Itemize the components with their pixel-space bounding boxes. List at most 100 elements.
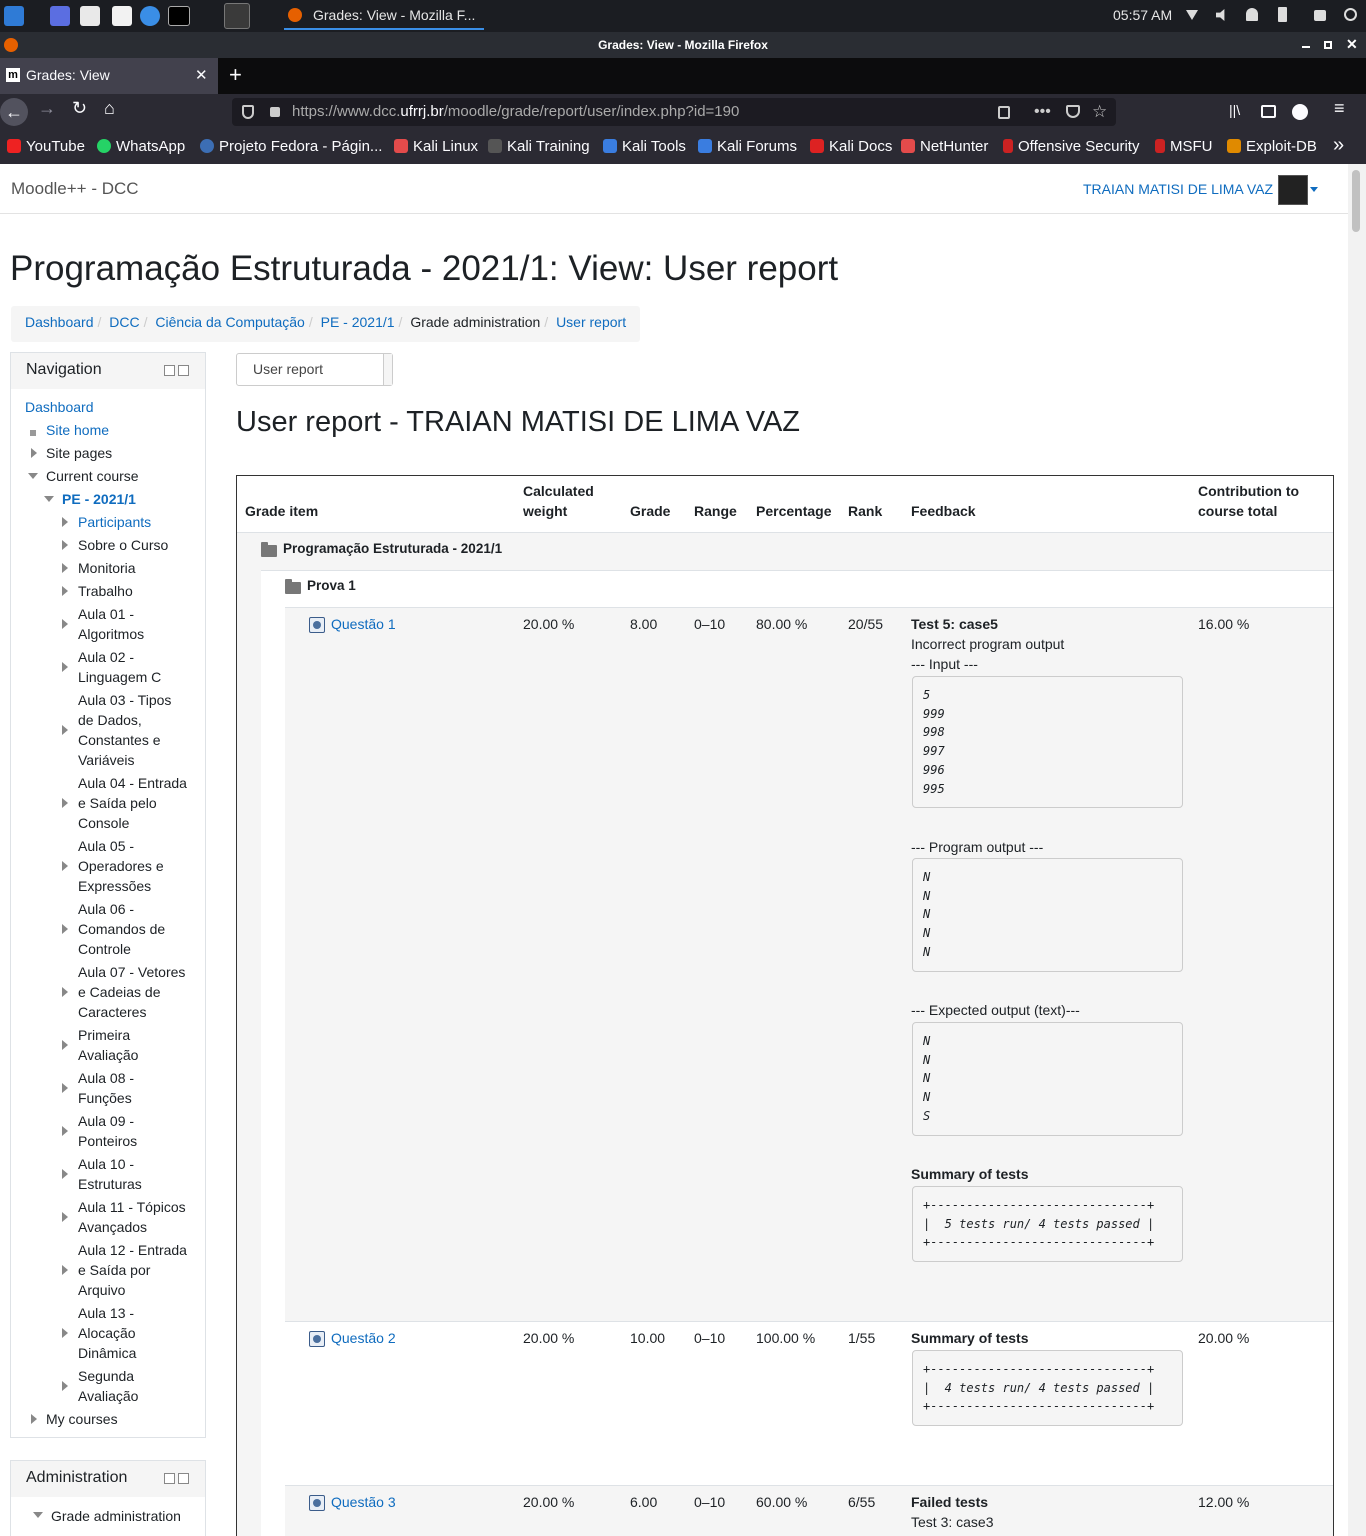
expand-icon[interactable] bbox=[62, 1083, 68, 1093]
nav-dashboard[interactable]: Dashboard bbox=[25, 397, 94, 417]
expand-icon[interactable] bbox=[62, 619, 68, 629]
expand-icon[interactable] bbox=[62, 1212, 68, 1222]
expand-icon[interactable] bbox=[62, 924, 68, 934]
bookmark-msfu[interactable]: MSFU bbox=[1155, 138, 1213, 155]
nav-section[interactable]: Aula 10 - Estruturas bbox=[78, 1154, 158, 1194]
expand-icon[interactable] bbox=[62, 540, 68, 550]
nav-section[interactable]: Monitoria bbox=[78, 558, 136, 578]
battery-icon[interactable] bbox=[1278, 7, 1287, 22]
nav-section[interactable]: Aula 11 - Tópicos Avançados bbox=[78, 1197, 196, 1237]
new-tab-icon[interactable]: + bbox=[229, 62, 242, 88]
back-icon[interactable]: ← bbox=[0, 98, 28, 126]
bookmark-offensive-security[interactable]: Offensive Security bbox=[1003, 138, 1139, 155]
nav-section[interactable]: Aula 01 - Algoritmos bbox=[78, 604, 196, 644]
files-icon[interactable] bbox=[80, 6, 100, 26]
nav-section[interactable]: Aula 04 - Entrada e Saída pelo Console bbox=[78, 773, 196, 833]
bookmark-kali-forums[interactable]: Kali Forums bbox=[698, 138, 797, 155]
reload-icon[interactable]: ↻ bbox=[72, 98, 87, 119]
notification-icon[interactable] bbox=[1246, 8, 1258, 21]
grade-item-link[interactable]: Questão 3 bbox=[331, 1492, 396, 1512]
menu-icon[interactable]: ≡ bbox=[1334, 98, 1345, 119]
expand-icon[interactable] bbox=[62, 987, 68, 997]
expand-icon[interactable] bbox=[62, 798, 68, 808]
shield-icon[interactable] bbox=[242, 105, 254, 119]
site-name[interactable]: Moodle++ - DCC bbox=[11, 179, 139, 199]
minimize-icon[interactable] bbox=[1302, 46, 1310, 48]
bookmark-kali-tools[interactable]: Kali Tools bbox=[603, 138, 686, 155]
taskbar-window-button[interactable]: Grades: View - Mozilla F... bbox=[284, 0, 484, 30]
breadcrumb-dcc[interactable]: DCC bbox=[109, 314, 139, 330]
expand-icon[interactable] bbox=[62, 563, 68, 573]
bookmark-nethunter[interactable]: NetHunter bbox=[901, 138, 988, 155]
padlock-icon[interactable] bbox=[270, 107, 280, 117]
bookmark-fedora[interactable]: Projeto Fedora - Págin... bbox=[200, 138, 382, 155]
firefox-taskbar-icon[interactable] bbox=[224, 3, 250, 29]
breadcrumb-ciencia-computacao[interactable]: Ciência da Computação bbox=[155, 314, 304, 330]
kali-menu-icon[interactable] bbox=[4, 6, 24, 26]
reader-view-icon[interactable] bbox=[998, 106, 1010, 119]
expand-icon[interactable] bbox=[62, 861, 68, 871]
nav-course-pe[interactable]: PE - 2021/1 bbox=[62, 489, 136, 509]
close-window-icon[interactable]: ✕ bbox=[1346, 36, 1358, 52]
expand-icon[interactable] bbox=[62, 517, 68, 527]
page-actions-icon[interactable]: ••• bbox=[1034, 98, 1051, 126]
nav-section[interactable]: Primeira Avaliação bbox=[78, 1025, 158, 1065]
expand-icon[interactable] bbox=[31, 448, 37, 458]
nav-section[interactable]: Aula 09 - Ponteiros bbox=[78, 1111, 158, 1151]
breadcrumb-dashboard[interactable]: Dashboard bbox=[25, 314, 94, 330]
url-bar[interactable]: https://www.dcc.ufrrj.br/moodle/grade/re… bbox=[232, 98, 1116, 126]
forward-icon[interactable]: → bbox=[38, 98, 56, 119]
breadcrumb-user-report[interactable]: User report bbox=[556, 314, 626, 330]
nav-section[interactable]: Trabalho bbox=[78, 581, 133, 601]
terminal-icon[interactable] bbox=[168, 6, 190, 26]
tab-grades-view[interactable]: m Grades: View ✕ bbox=[0, 58, 218, 94]
nav-my-courses[interactable]: My courses bbox=[46, 1409, 118, 1429]
expand-icon[interactable] bbox=[31, 1414, 37, 1424]
collapse-block-icon[interactable] bbox=[164, 365, 175, 376]
browser-icon[interactable] bbox=[140, 6, 160, 26]
expand-icon[interactable] bbox=[62, 1381, 68, 1391]
select-arrow-icon[interactable] bbox=[383, 354, 392, 385]
admin-grade-administration[interactable]: Grade administration bbox=[51, 1506, 181, 1526]
expand-icon[interactable] bbox=[62, 1169, 68, 1179]
account-icon[interactable] bbox=[1292, 104, 1308, 120]
clock[interactable]: 05:57 AM bbox=[1113, 7, 1172, 23]
nav-section[interactable]: Aula 13 - Alocação Dinâmica bbox=[78, 1303, 168, 1363]
nav-section[interactable]: Aula 08 - Funções bbox=[78, 1068, 158, 1108]
url-text[interactable]: https://www.dcc.ufrrj.br/moodle/grade/re… bbox=[292, 98, 739, 126]
user-menu-caret-icon[interactable] bbox=[1310, 187, 1318, 192]
nav-site-home[interactable]: Site home bbox=[46, 420, 109, 440]
editor-icon[interactable] bbox=[112, 6, 132, 26]
collapse-icon[interactable] bbox=[44, 496, 54, 502]
wifi-icon[interactable] bbox=[1186, 10, 1198, 20]
expand-icon[interactable] bbox=[62, 1126, 68, 1136]
avatar[interactable] bbox=[1278, 175, 1308, 205]
nav-section[interactable]: Segunda Avaliação bbox=[78, 1366, 158, 1406]
nav-section[interactable]: Aula 05 - Operadores e Expressões bbox=[78, 836, 178, 896]
library-icon[interactable]: ||\ bbox=[1229, 102, 1240, 118]
collapse-icon[interactable] bbox=[28, 473, 38, 479]
report-select[interactable]: User report bbox=[236, 353, 393, 386]
nav-section[interactable]: Aula 06 - Comandos de Controle bbox=[78, 899, 178, 959]
bookmark-exploit-db[interactable]: Exploit-DB bbox=[1227, 138, 1317, 155]
nav-section[interactable]: Sobre o Curso bbox=[78, 535, 168, 555]
nav-section[interactable]: Aula 07 - Vetores e Cadeias de Caractere… bbox=[78, 962, 196, 1022]
bookmarks-overflow-icon[interactable]: » bbox=[1333, 134, 1344, 157]
bookmark-kali-linux[interactable]: Kali Linux bbox=[394, 138, 478, 155]
nav-participants[interactable]: Participants bbox=[78, 512, 151, 532]
user-menu-name[interactable]: TRAIAN MATISI DE LIMA VAZ bbox=[1083, 181, 1273, 197]
expand-icon[interactable] bbox=[62, 1328, 68, 1338]
bookmark-kali-docs[interactable]: Kali Docs bbox=[810, 138, 892, 155]
bookmark-kali-training[interactable]: Kali Training bbox=[488, 138, 590, 155]
bookmark-star-icon[interactable]: ☆ bbox=[1092, 98, 1107, 126]
bookmark-whatsapp[interactable]: WhatsApp bbox=[97, 138, 185, 155]
maximize-icon[interactable] bbox=[1324, 41, 1332, 49]
desktop-icon[interactable] bbox=[50, 6, 70, 26]
grade-item-link[interactable]: Questão 1 bbox=[331, 614, 396, 634]
nav-current-course[interactable]: Current course bbox=[46, 466, 139, 486]
nav-site-pages[interactable]: Site pages bbox=[46, 443, 112, 463]
refresh-session-icon[interactable] bbox=[1344, 8, 1357, 21]
sidebar-icon[interactable] bbox=[1261, 105, 1276, 118]
expand-icon[interactable] bbox=[62, 662, 68, 672]
dock-block-icon[interactable] bbox=[178, 365, 189, 376]
